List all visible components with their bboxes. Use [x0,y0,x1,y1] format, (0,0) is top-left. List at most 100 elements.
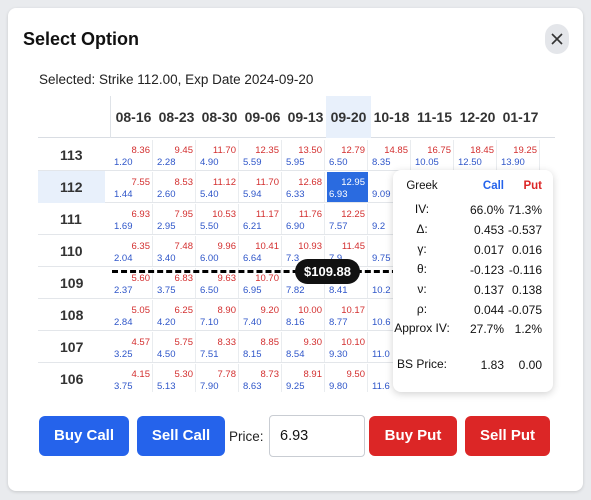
put-price: 7.57 [329,221,348,232]
call-price: 5.30 [174,369,194,380]
put-price: 1.69 [114,221,133,232]
option-cell[interactable]: 10.10 9.30 [327,332,368,362]
option-cell[interactable]: 11.12 5.40 [198,172,239,202]
expiry-header[interactable]: 12-20 [455,96,500,138]
strike-label: 109 [60,275,84,291]
call-price: 6.83 [174,273,194,284]
option-cell[interactable]: 8.33 7.51 [198,332,239,362]
option-cell[interactable]: 18.45 12.50 [456,140,497,170]
expiry-header[interactable]: 08-23 [154,96,199,138]
option-cell[interactable]: 8.90 7.10 [198,300,239,330]
option-cell[interactable]: 10.00 8.16 [284,300,325,330]
option-cell[interactable]: 11.70 4.90 [198,140,239,170]
greek-call-value: 66.0% [469,203,504,217]
put-price: 2.04 [114,253,133,264]
buy-call-button[interactable]: Buy Call [39,416,129,456]
put-price: 4.90 [200,157,219,168]
option-cell[interactable]: 6.93 1.69 [112,204,153,234]
sell-put-button[interactable]: Sell Put [465,416,550,456]
option-cell[interactable]: 8.73 8.63 [241,364,282,392]
option-cell[interactable]: 12.68 6.33 [284,172,325,202]
option-cell[interactable]: 12.35 5.59 [241,140,282,170]
expiry-header[interactable]: 09-20 [326,96,371,138]
put-price: 8.77 [329,317,348,328]
option-cell[interactable]: 19.25 13.90 [499,140,540,170]
option-cell[interactable]: 7.78 7.90 [198,364,239,392]
option-cell[interactable]: 12.25 7.57 [327,204,368,234]
option-cell[interactable]: 8.91 9.25 [284,364,325,392]
put-price: 6.64 [243,253,262,264]
expiry-header[interactable]: 11-15 [412,96,457,138]
strike-row: 113 8.36 1.20 9.45 2.28 11.70 4.90 12.35 5.59 13.… [38,139,543,171]
put-price: 9.25 [286,381,305,392]
option-cell[interactable]: 4.15 3.75 [112,364,153,392]
option-cell[interactable]: 8.85 8.15 [241,332,282,362]
option-cell[interactable]: 5.05 2.84 [112,300,153,330]
option-cell[interactable]: 9.96 6.00 [198,236,239,266]
option-cell[interactable]: 13.50 5.95 [284,140,325,170]
call-price: 9.96 [217,241,237,252]
option-cell[interactable]: 8.36 1.20 [112,140,153,170]
call-price: 10.41 [255,241,279,252]
option-cell[interactable]: 9.30 8.54 [284,332,325,362]
expiry-header[interactable]: 08-30 [197,96,242,138]
call-price: 6.93 [131,209,151,220]
greek-call-value: 0.137 [473,283,504,297]
option-cell[interactable]: 16.75 10.05 [413,140,454,170]
option-cell[interactable]: 6.35 2.04 [112,236,153,266]
strike-label: 112 [38,171,105,203]
put-price: 5.59 [243,157,262,168]
option-cell[interactable]: 11.76 6.90 [284,204,325,234]
option-cell[interactable]: 11.70 5.94 [241,172,282,202]
close-icon [551,33,563,45]
expiry-header[interactable]: 09-13 [283,96,328,138]
strike-label: 111 [60,211,82,227]
put-price: 8.15 [243,349,262,360]
call-price: 7.55 [131,177,151,188]
option-cell[interactable]: 5.75 4.50 [155,332,196,362]
put-price: 7.90 [200,381,219,392]
call-price: 8.85 [260,337,280,348]
close-button[interactable] [545,24,569,54]
option-cell[interactable]: 9.20 7.40 [241,300,282,330]
greek-call-value: 1.83 [480,358,504,372]
option-cell[interactable]: 14.85 8.35 [370,140,411,170]
call-price: 6.35 [131,241,151,252]
call-price: 7.48 [174,241,194,252]
option-cell[interactable]: 9.50 9.80 [327,364,368,392]
option-cell[interactable]: 10.17 8.77 [327,300,368,330]
option-cell[interactable]: 7.55 1.44 [112,172,153,202]
option-cell[interactable]: 12.95 6.93 [327,172,368,202]
call-price: 6.25 [174,305,194,316]
expiry-header[interactable]: 08-16 [111,96,156,138]
option-cell[interactable]: 5.30 5.13 [155,364,196,392]
call-price: 9.63 [217,273,237,284]
option-cell[interactable]: 4.57 3.25 [112,332,153,362]
call-price: 9.30 [303,337,323,348]
expiry-header[interactable]: 10-18 [369,96,414,138]
option-cell[interactable]: 12.79 6.50 [327,140,368,170]
option-cell[interactable]: 9.45 2.28 [155,140,196,170]
option-cell[interactable]: 10.41 6.64 [241,236,282,266]
buy-put-button[interactable]: Buy Put [369,416,457,456]
call-price: 11.70 [255,177,279,188]
put-price: 5.50 [200,221,219,232]
greek-put-value: 1.2% [514,322,542,336]
expiry-header[interactable]: 09-06 [240,96,285,138]
option-cell[interactable]: 6.25 4.20 [155,300,196,330]
call-price: 13.50 [298,145,322,156]
put-price: 10.05 [415,157,439,168]
call-price: 11.70 [212,145,236,156]
expiry-header[interactable]: 01-17 [498,96,543,138]
put-price: 3.75 [114,381,133,392]
option-cell[interactable]: 10.53 5.50 [198,204,239,234]
option-cell[interactable]: 8.53 2.60 [155,172,196,202]
call-price: 10.10 [341,337,365,348]
price-input[interactable] [269,415,365,457]
option-cell[interactable]: 7.95 2.95 [155,204,196,234]
option-cell[interactable]: 7.48 3.40 [155,236,196,266]
sell-call-button[interactable]: Sell Call [137,416,225,456]
call-price: 12.68 [298,177,322,188]
option-cell[interactable]: 11.17 6.21 [241,204,282,234]
call-price: 4.57 [131,337,151,348]
